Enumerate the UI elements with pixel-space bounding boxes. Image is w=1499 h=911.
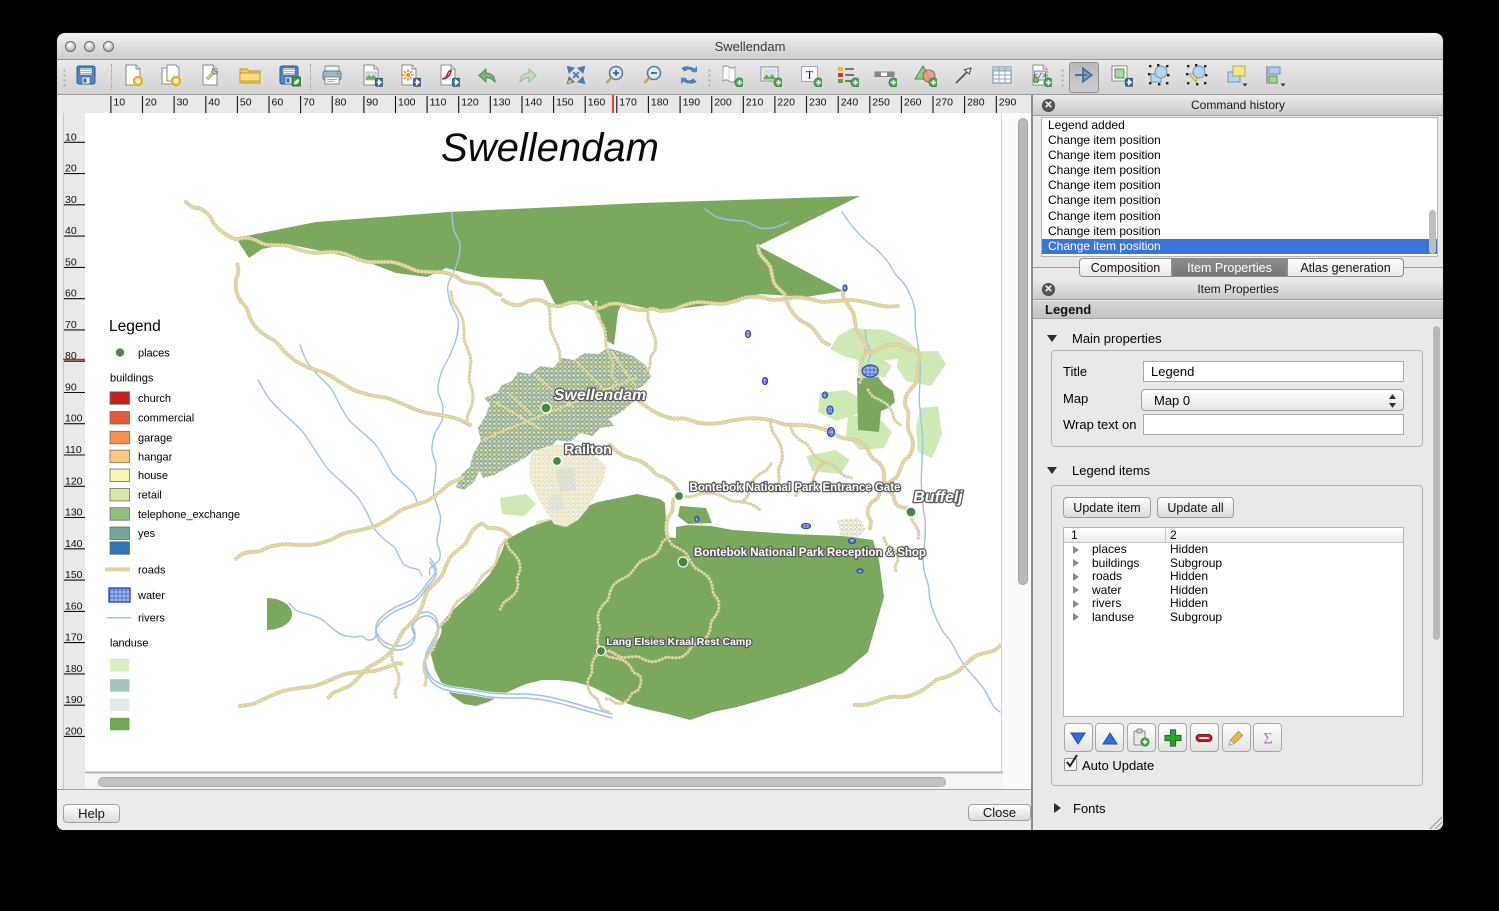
svg-text:90: 90 [65,382,77,394]
svg-text:Legend: Legend [109,318,161,335]
svg-text:retail: retail [138,490,162,502]
svg-text:150: 150 [65,569,83,581]
svg-text:130: 130 [493,97,511,109]
svg-text:places: places [138,348,170,360]
svg-text:Lang Elsies Kraal Rest Camp: Lang Elsies Kraal Rest Camp [606,636,751,648]
svg-text:260: 260 [904,97,922,109]
svg-text:landuse: landuse [110,637,149,649]
svg-text:200: 200 [714,97,732,109]
svg-text:100: 100 [65,413,83,425]
svg-text:80: 80 [65,350,77,362]
svg-text:church: church [138,393,171,405]
svg-text:60: 60 [272,97,284,109]
svg-text:190: 190 [683,97,701,109]
svg-text:yes: yes [138,528,156,540]
svg-text:130: 130 [65,507,83,519]
svg-text:230: 230 [809,97,827,109]
svg-text:270: 270 [936,97,954,109]
svg-text:290: 290 [999,97,1017,109]
svg-text:140: 140 [65,538,83,550]
svg-text:50: 50 [65,256,77,268]
svg-text:Bontebok National Park Recepti: Bontebok National Park Reception & Shop [694,547,926,559]
svg-text:buildings: buildings [110,373,154,385]
svg-text:Swellendam: Swellendam [554,387,646,404]
svg-text:hangar: hangar [138,451,173,463]
svg-text:60: 60 [65,288,77,300]
svg-text:10: 10 [113,97,125,109]
svg-text:water: water [137,590,165,602]
svg-text:90: 90 [366,97,378,109]
svg-text:80: 80 [335,97,347,109]
svg-text:10: 10 [65,131,77,143]
svg-text:220: 220 [777,97,795,109]
svg-text:70: 70 [303,97,315,109]
svg-text:40: 40 [65,225,77,237]
svg-text:180: 180 [651,97,669,109]
svg-text:100: 100 [398,97,416,109]
svg-text:commercial: commercial [138,413,194,425]
svg-text:roads: roads [138,564,166,576]
svg-text:house: house [138,470,168,482]
svg-text:120: 120 [65,475,83,487]
svg-text:Railton: Railton [564,441,611,457]
svg-text:30: 30 [65,194,77,206]
svg-text:30: 30 [177,97,189,109]
svg-text:110: 110 [65,444,82,456]
svg-text:T: T [806,68,814,82]
svg-text:Buffelj: Buffelj [913,489,963,506]
svg-text:70: 70 [65,319,77,331]
svg-text:170: 170 [65,632,83,644]
svg-text:180: 180 [65,663,83,675]
svg-text:280: 280 [967,97,985,109]
svg-text:200: 200 [65,725,83,737]
svg-text:160: 160 [588,97,606,109]
svg-text:110: 110 [430,97,447,109]
svg-text:190: 190 [65,694,83,706]
svg-text:240: 240 [841,97,859,109]
svg-text:20: 20 [65,163,77,175]
svg-text:40: 40 [208,97,220,109]
svg-text:Σ: Σ [1263,730,1272,747]
svg-text:Swellendam: Swellendam [441,126,659,170]
svg-text:rivers: rivers [138,613,165,625]
svg-text:250: 250 [872,97,890,109]
svg-text:140: 140 [525,97,543,109]
svg-text:garage: garage [138,433,172,445]
svg-text:120: 120 [461,97,479,109]
svg-text:20: 20 [145,97,157,109]
svg-text:150: 150 [556,97,574,109]
svg-text:50: 50 [240,97,252,109]
svg-text:160: 160 [65,600,83,612]
svg-text:170: 170 [619,97,637,109]
svg-text:210: 210 [746,97,764,109]
svg-text:telephone_exchange: telephone_exchange [138,509,240,521]
svg-text:Bontebok National Park Entranc: Bontebok National Park Entrance Gate [690,482,901,494]
